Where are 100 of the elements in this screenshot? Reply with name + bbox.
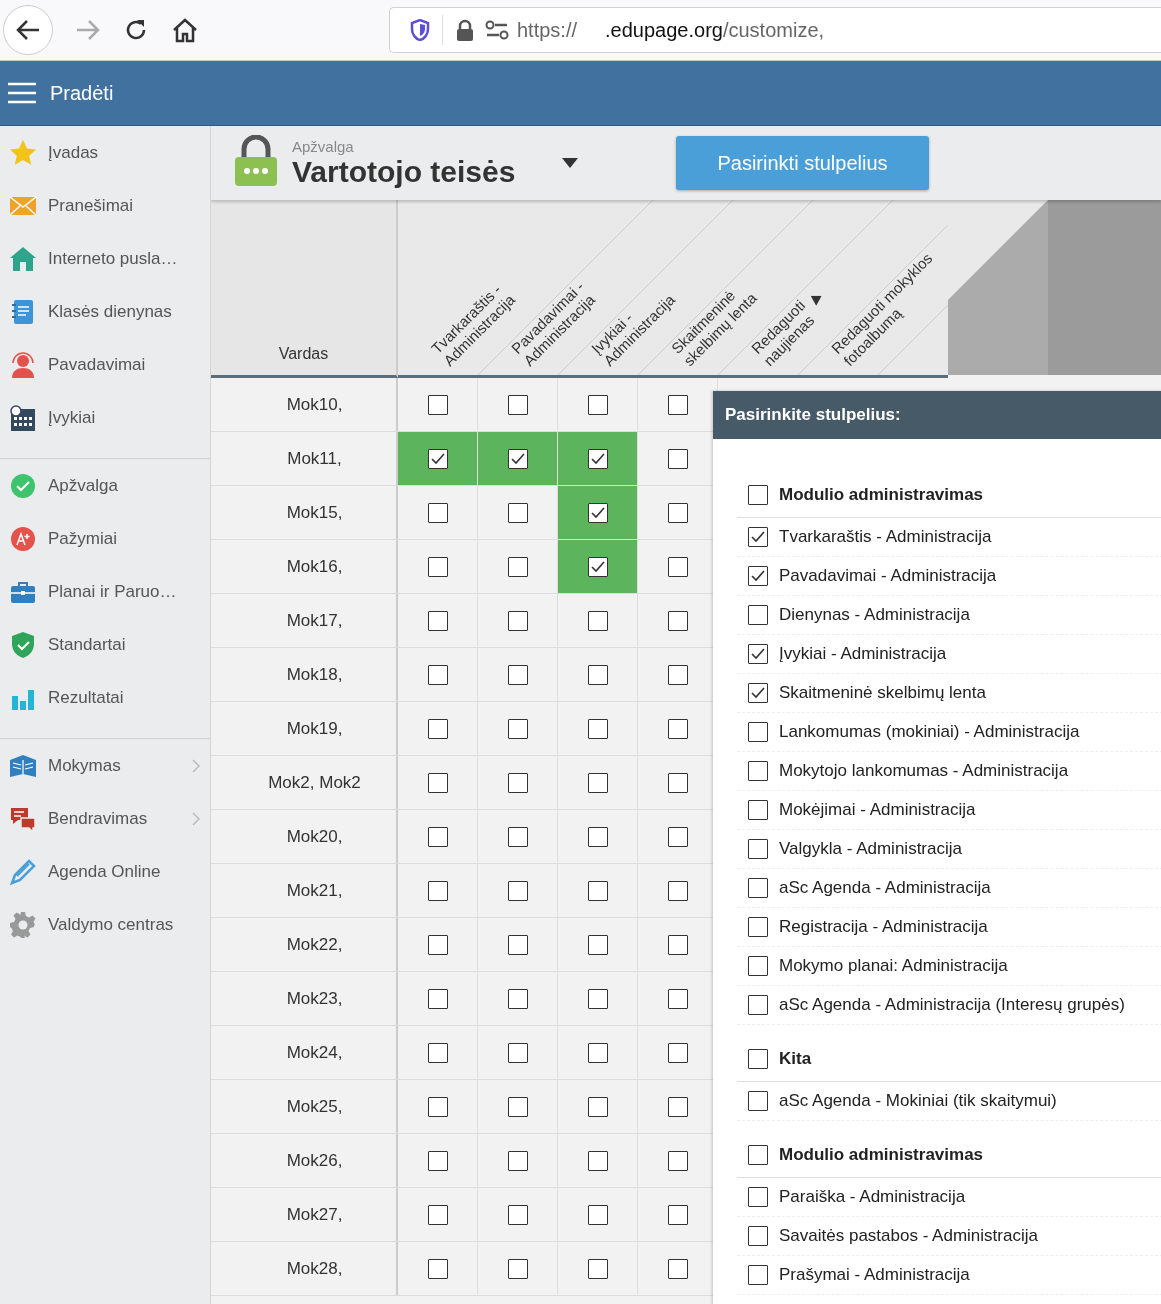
- checkbox[interactable]: [427, 1150, 448, 1171]
- checkbox[interactable]: [507, 1204, 528, 1225]
- checkbox[interactable]: [748, 761, 768, 781]
- checkbox[interactable]: [587, 1258, 608, 1279]
- sidebar-item[interactable]: Rezultatai: [0, 671, 210, 724]
- checkbox[interactable]: [587, 826, 608, 847]
- checkbox[interactable]: [427, 988, 448, 1009]
- checkbox[interactable]: [587, 664, 608, 685]
- sidebar-item[interactable]: Interneto pusla…: [0, 232, 210, 285]
- checkbox[interactable]: [507, 988, 528, 1009]
- checkbox[interactable]: [427, 502, 448, 523]
- checkbox[interactable]: [748, 1226, 768, 1246]
- checkbox[interactable]: [507, 556, 528, 577]
- checkbox[interactable]: [748, 722, 768, 742]
- checkbox[interactable]: [748, 878, 768, 898]
- checkbox[interactable]: [427, 718, 448, 739]
- checkbox[interactable]: [587, 556, 608, 577]
- checkbox[interactable]: [427, 1042, 448, 1063]
- checkbox[interactable]: [748, 566, 768, 586]
- sidebar-item[interactable]: Pažymiai: [0, 512, 210, 565]
- checkbox[interactable]: [587, 934, 608, 955]
- address-bar[interactable]: https:// .edupage.org/customize,: [389, 7, 1161, 53]
- checkbox[interactable]: [507, 448, 528, 469]
- checkbox[interactable]: [667, 394, 688, 415]
- checkbox[interactable]: [667, 664, 688, 685]
- checkbox[interactable]: [748, 839, 768, 859]
- checkbox[interactable]: [507, 772, 528, 793]
- checkbox[interactable]: [748, 1145, 768, 1165]
- sidebar-item[interactable]: Pavadavimai: [0, 338, 210, 391]
- checkbox[interactable]: [587, 394, 608, 415]
- checkbox[interactable]: [667, 1204, 688, 1225]
- sidebar-item[interactable]: Pranešimai: [0, 179, 210, 232]
- sidebar-item[interactable]: Agenda Online: [0, 845, 210, 898]
- checkbox[interactable]: [667, 934, 688, 955]
- checkbox[interactable]: [427, 880, 448, 901]
- checkbox[interactable]: [507, 502, 528, 523]
- checkbox[interactable]: [587, 988, 608, 1009]
- sidebar-item[interactable]: Planai ir Paruo…: [0, 565, 210, 618]
- checkbox[interactable]: [507, 1042, 528, 1063]
- checkbox[interactable]: [427, 610, 448, 631]
- checkbox[interactable]: [507, 1150, 528, 1171]
- checkbox[interactable]: [667, 448, 688, 469]
- checkbox[interactable]: [507, 394, 528, 415]
- checkbox[interactable]: [587, 772, 608, 793]
- checkbox[interactable]: [748, 1091, 768, 1111]
- checkbox[interactable]: [587, 718, 608, 739]
- checkbox[interactable]: [427, 826, 448, 847]
- checkbox[interactable]: [667, 1096, 688, 1117]
- checkbox[interactable]: [427, 664, 448, 685]
- sidebar-item[interactable]: Standartai: [0, 618, 210, 671]
- checkbox[interactable]: [748, 605, 768, 625]
- checkbox[interactable]: [427, 556, 448, 577]
- sidebar-item[interactable]: Įvykiai: [0, 391, 210, 444]
- sidebar-item[interactable]: Įvadas: [0, 126, 210, 179]
- checkbox[interactable]: [427, 394, 448, 415]
- app-title[interactable]: Pradėti: [50, 81, 114, 105]
- checkbox[interactable]: [587, 1042, 608, 1063]
- menu-button[interactable]: [8, 82, 36, 104]
- checkbox[interactable]: [748, 1049, 768, 1069]
- checkbox[interactable]: [748, 683, 768, 703]
- checkbox[interactable]: [748, 527, 768, 547]
- checkbox[interactable]: [667, 1258, 688, 1279]
- checkbox[interactable]: [507, 664, 528, 685]
- checkbox[interactable]: [587, 1204, 608, 1225]
- checkbox[interactable]: [667, 502, 688, 523]
- checkbox[interactable]: [427, 1204, 448, 1225]
- checkbox[interactable]: [667, 1042, 688, 1063]
- checkbox[interactable]: [507, 718, 528, 739]
- checkbox[interactable]: [748, 485, 768, 505]
- checkbox[interactable]: [667, 880, 688, 901]
- checkbox[interactable]: [748, 917, 768, 937]
- checkbox[interactable]: [507, 610, 528, 631]
- checkbox[interactable]: [587, 610, 608, 631]
- checkbox[interactable]: [667, 988, 688, 1009]
- checkbox[interactable]: [587, 1096, 608, 1117]
- checkbox[interactable]: [427, 772, 448, 793]
- checkbox[interactable]: [667, 556, 688, 577]
- checkbox[interactable]: [427, 934, 448, 955]
- checkbox[interactable]: [507, 880, 528, 901]
- dropdown-button[interactable]: [562, 158, 578, 168]
- checkbox[interactable]: [427, 1258, 448, 1279]
- checkbox[interactable]: [748, 1187, 768, 1207]
- checkbox[interactable]: [748, 644, 768, 664]
- sidebar-item[interactable]: Valdymo centras: [0, 898, 210, 951]
- sidebar-item[interactable]: Mokymas: [0, 739, 210, 792]
- checkbox[interactable]: [507, 826, 528, 847]
- checkbox[interactable]: [748, 800, 768, 820]
- home-button[interactable]: [171, 17, 199, 43]
- checkbox[interactable]: [667, 718, 688, 739]
- checkbox[interactable]: [667, 772, 688, 793]
- checkbox[interactable]: [507, 1258, 528, 1279]
- checkbox[interactable]: [507, 1096, 528, 1117]
- sidebar-item[interactable]: Klasės dienynas: [0, 285, 210, 338]
- sidebar-item[interactable]: Bendravimas: [0, 792, 210, 845]
- checkbox[interactable]: [587, 880, 608, 901]
- checkbox[interactable]: [667, 826, 688, 847]
- checkbox[interactable]: [748, 956, 768, 976]
- checkbox[interactable]: [748, 1265, 768, 1285]
- checkbox[interactable]: [507, 934, 528, 955]
- sidebar-item[interactable]: Apžvalga: [0, 459, 210, 512]
